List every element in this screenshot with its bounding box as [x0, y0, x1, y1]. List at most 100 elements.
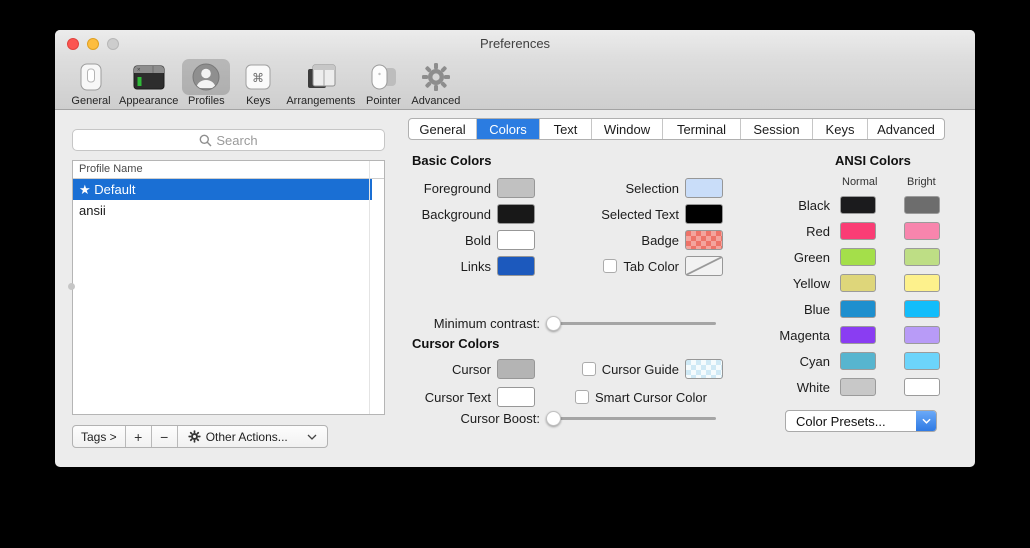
cursor-label: Cursor	[365, 362, 491, 377]
background-color-well[interactable]	[497, 204, 535, 224]
normal-column-label: Normal	[842, 176, 877, 188]
tab-color-well[interactable]	[685, 256, 723, 276]
basic-colors-heading: Basic Colors	[412, 153, 491, 168]
search-icon	[199, 134, 212, 147]
profile-actions-bar: Tags > + − Other Actions...	[72, 425, 328, 448]
add-profile-button[interactable]: +	[126, 426, 152, 447]
tab-color-checkbox[interactable]	[603, 259, 617, 273]
ansi-colors-heading: ANSI Colors	[835, 153, 911, 168]
toolbar-item-arrangements[interactable]: Arrangements	[286, 59, 355, 107]
selection-color-well[interactable]	[685, 178, 723, 198]
background-label: Background	[365, 207, 491, 222]
chevron-down-icon	[922, 418, 931, 424]
cursor-boost-slider[interactable]	[548, 417, 716, 420]
ansi-row-red: Red	[745, 222, 940, 240]
minimum-contrast-slider[interactable]	[548, 322, 716, 325]
ansi-cyan-bright-well[interactable]	[904, 352, 940, 370]
cursor-text-label: Cursor Text	[365, 390, 491, 405]
bright-column-label: Bright	[907, 176, 936, 188]
mouse-icon	[359, 59, 407, 95]
tab-general[interactable]: General	[409, 119, 477, 139]
window-panes-icon	[297, 59, 345, 95]
dropdown-cap	[916, 411, 936, 431]
search-placeholder: Search	[216, 133, 257, 148]
profile-list-header[interactable]: Profile Name	[73, 161, 384, 179]
selection-label: Selection	[539, 181, 679, 196]
splitter-dot[interactable]	[68, 283, 75, 290]
tab-colors[interactable]: Colors	[477, 119, 540, 139]
profile-row-default[interactable]: ★ Default	[73, 179, 372, 200]
ansi-white-normal-well[interactable]	[840, 378, 876, 396]
svg-text:×: ×	[137, 68, 141, 74]
profile-tabs: General Colors Text Window Terminal Sess…	[408, 118, 945, 140]
badge-label: Badge	[539, 233, 679, 248]
ansi-green-bright-well[interactable]	[904, 248, 940, 266]
cursor-colors-heading: Cursor Colors	[412, 336, 499, 351]
tab-text[interactable]: Text	[540, 119, 592, 139]
profile-row-ansii[interactable]: ansii	[73, 200, 372, 221]
ansi-row-blue: Blue	[745, 300, 940, 318]
tab-color-label: Tab Color	[623, 259, 679, 274]
links-label: Links	[365, 259, 491, 274]
toolbar-item-general[interactable]: General	[67, 59, 115, 107]
cursor-color-well[interactable]	[497, 359, 535, 379]
title-bar: Preferences	[55, 30, 975, 57]
toolbar-item-profiles[interactable]: Profiles	[182, 59, 230, 107]
ansi-magenta-normal-well[interactable]	[840, 326, 876, 344]
cursor-guide-color-well[interactable]	[685, 359, 723, 379]
ansi-blue-normal-well[interactable]	[840, 300, 876, 318]
ansi-white-bright-well[interactable]	[904, 378, 940, 396]
bold-color-well[interactable]	[497, 230, 535, 250]
toolbar-item-appearance[interactable]: × Appearance	[119, 59, 178, 107]
smart-cursor-color-label: Smart Cursor Color	[595, 390, 707, 405]
foreground-label: Foreground	[365, 181, 491, 196]
toolbar-item-pointer[interactable]: Pointer	[359, 59, 407, 107]
smart-cursor-color-checkbox[interactable]	[575, 390, 589, 404]
search-input[interactable]: Search	[72, 129, 385, 151]
command-key-icon: ⌘	[234, 59, 282, 95]
tab-advanced[interactable]: Advanced	[868, 119, 944, 139]
ansi-row-black: Black	[745, 196, 940, 214]
ansi-yellow-bright-well[interactable]	[904, 274, 940, 292]
other-actions-menu[interactable]: Other Actions...	[178, 426, 327, 447]
links-color-well[interactable]	[497, 256, 535, 276]
cursor-text-color-well[interactable]	[497, 387, 535, 407]
gear-icon	[188, 430, 201, 443]
slider-knob[interactable]	[546, 411, 561, 426]
cursor-guide-label: Cursor Guide	[602, 362, 679, 377]
terminal-window-icon: ×	[125, 59, 173, 95]
foreground-color-well[interactable]	[497, 178, 535, 198]
ansi-green-normal-well[interactable]	[840, 248, 876, 266]
color-presets-dropdown[interactable]: Color Presets...	[785, 410, 937, 432]
ansi-red-normal-well[interactable]	[840, 222, 876, 240]
tab-keys[interactable]: Keys	[813, 119, 868, 139]
cursor-guide-checkbox[interactable]	[582, 362, 596, 376]
ansi-row-green: Green	[745, 248, 940, 266]
tab-window[interactable]: Window	[592, 119, 663, 139]
ansi-black-bright-well[interactable]	[904, 196, 940, 214]
ansi-red-bright-well[interactable]	[904, 222, 940, 240]
tab-session[interactable]: Session	[741, 119, 813, 139]
ansi-row-yellow: Yellow	[745, 274, 940, 292]
ansi-blue-bright-well[interactable]	[904, 300, 940, 318]
toolbar-item-keys[interactable]: ⌘ Keys	[234, 59, 282, 107]
bold-label: Bold	[365, 233, 491, 248]
tab-terminal[interactable]: Terminal	[663, 119, 741, 139]
slider-knob[interactable]	[546, 316, 561, 331]
gear-icon	[412, 59, 460, 95]
ansi-yellow-normal-well[interactable]	[840, 274, 876, 292]
toggle-switch-icon	[67, 59, 115, 95]
ansi-row-white: White	[745, 378, 940, 396]
selected-text-color-well[interactable]	[685, 204, 723, 224]
badge-color-well[interactable]	[685, 230, 723, 250]
ansi-magenta-bright-well[interactable]	[904, 326, 940, 344]
preferences-toolbar: General × Appearance Profiles ⌘ Keys Arr…	[55, 57, 975, 110]
tags-button[interactable]: Tags >	[73, 426, 126, 447]
ansi-row-magenta: Magenta	[745, 326, 940, 344]
minimum-contrast-label: Minimum contrast:	[412, 316, 540, 331]
window-title: Preferences	[55, 36, 975, 51]
ansi-cyan-normal-well[interactable]	[840, 352, 876, 370]
ansi-black-normal-well[interactable]	[840, 196, 876, 214]
toolbar-item-advanced[interactable]: Advanced	[411, 59, 460, 107]
remove-profile-button[interactable]: −	[152, 426, 178, 447]
